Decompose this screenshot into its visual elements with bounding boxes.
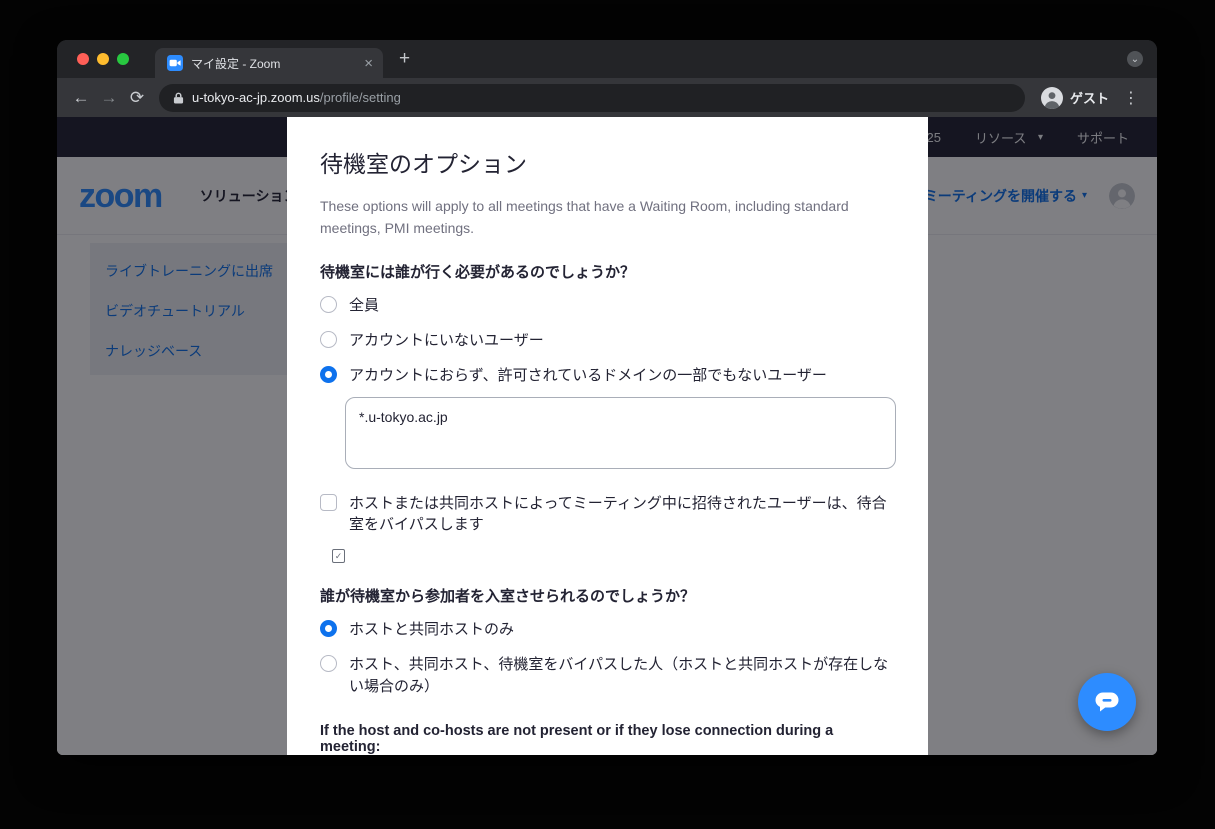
radio-label: アカウントにいないユーザー: [349, 330, 544, 352]
guest-avatar-icon: [1041, 87, 1063, 109]
check-icon: ✓: [332, 549, 345, 563]
radio-selected-icon[interactable]: [320, 366, 337, 383]
q1-option-everyone[interactable]: 全員: [320, 295, 892, 317]
help-chat-button[interactable]: [1078, 673, 1136, 731]
radio-icon[interactable]: [320, 655, 337, 672]
profile-label: ゲスト: [1070, 88, 1109, 107]
chat-bubble-icon: [1093, 688, 1121, 716]
allowed-domains-input[interactable]: *.u-tokyo.ac.jp: [345, 397, 896, 469]
address-bar[interactable]: u-tokyo-ac-jp.zoom.us/profile/setting: [159, 84, 1025, 112]
minimize-window-button[interactable]: [97, 53, 109, 65]
zoom-favicon-icon: [167, 55, 183, 71]
q1-label: 待機室には誰が行く必要があるのでしょうか？: [320, 261, 895, 282]
page-viewport: 88.799.0125 リソース ▾ サポート zoom ソリューション ミーテ…: [57, 117, 1157, 755]
modal-description: These options will apply to all meetings…: [320, 196, 860, 239]
radio-icon[interactable]: [320, 296, 337, 313]
checkbox-label: ホストまたは共同ホストによってミーティング中に招待されたユーザーは、待合室をバイ…: [349, 493, 892, 537]
browser-profile-button[interactable]: ゲスト: [1035, 85, 1115, 111]
browser-window: マイ設定 - Zoom × + ⌄ ← → ⟳ u-tokyo-ac-jp.zo…: [57, 40, 1157, 755]
q1-option-users-not-in-account[interactable]: アカウントにいないユーザー: [320, 330, 892, 352]
url-host: u-tokyo-ac-jp.zoom.us: [192, 90, 320, 105]
window-controls: [77, 53, 129, 65]
reload-icon[interactable]: ⟳: [123, 84, 151, 112]
desktop-background: マイ設定 - Zoom × + ⌄ ← → ⟳ u-tokyo-ac-jp.zo…: [0, 0, 1215, 829]
radio-icon[interactable]: [320, 331, 337, 348]
radio-label: アカウントにおらず、許可されているドメインの一部でもないユーザー: [349, 365, 827, 387]
q2-option-host-cohosts-bypassers[interactable]: ホスト、共同ホスト、待機室をバイパスした人（ホストと共同ホストが存在しない場合の…: [320, 654, 892, 698]
q2-label: 誰が待機室から参加者を入室させられるのでしょうか？: [320, 585, 895, 606]
radio-label: ホストと共同ホストのみ: [349, 619, 514, 641]
browser-titlebar: マイ設定 - Zoom × + ⌄: [57, 40, 1157, 78]
close-window-button[interactable]: [77, 53, 89, 65]
url-text: u-tokyo-ac-jp.zoom.us/profile/setting: [192, 90, 401, 105]
forward-icon[interactable]: →: [95, 84, 123, 112]
url-path: /profile/setting: [320, 90, 401, 105]
q3-label: If the host and co-hosts are not present…: [320, 723, 895, 755]
fullscreen-window-button[interactable]: [117, 53, 129, 65]
radio-selected-icon[interactable]: [320, 620, 337, 637]
back-icon[interactable]: ←: [67, 84, 95, 112]
q2-option-host-cohosts-only[interactable]: ホストと共同ホストのみ: [320, 619, 892, 641]
bypass-waiting-room-checkbox-row[interactable]: ホストまたは共同ホストによってミーティング中に招待されたユーザーは、待合室をバイ…: [320, 493, 892, 537]
tab-search-icon[interactable]: ⌄: [1127, 51, 1143, 67]
browser-tab[interactable]: マイ設定 - Zoom ×: [155, 48, 383, 78]
modal-title: 待機室のオプション: [320, 145, 895, 179]
checkbox-icon[interactable]: [320, 494, 337, 511]
new-tab-button[interactable]: +: [399, 48, 410, 70]
waiting-room-options-modal: 待機室のオプション These options will apply to al…: [287, 117, 928, 755]
q1-option-users-not-in-allowed-domains[interactable]: アカウントにおらず、許可されているドメインの一部でもないユーザー: [320, 365, 892, 387]
tab-title: マイ設定 - Zoom: [191, 55, 354, 72]
lock-icon: [173, 91, 184, 105]
radio-label: 全員: [349, 295, 379, 317]
browser-menu-icon[interactable]: ⋮: [1115, 88, 1147, 108]
close-tab-icon[interactable]: ×: [362, 56, 375, 71]
browser-toolbar: ← → ⟳ u-tokyo-ac-jp.zoom.us/profile/sett…: [57, 78, 1157, 117]
radio-label: ホスト、共同ホスト、待機室をバイパスした人（ホストと共同ホストが存在しない場合の…: [349, 654, 892, 698]
